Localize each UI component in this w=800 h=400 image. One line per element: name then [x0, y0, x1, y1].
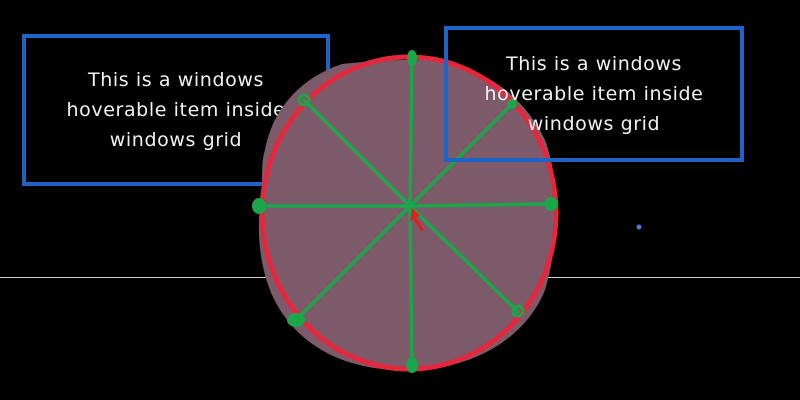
windows-grid-canvas: This is a windows hoverable item inside … [0, 0, 800, 400]
grid-item-right-label: This is a windows hoverable item inside … [484, 53, 704, 135]
spoke-south [408, 204, 414, 368]
menu-handle-west[interactable] [252, 198, 266, 214]
menu-handle-south[interactable] [406, 357, 418, 373]
grid-item-right[interactable]: This is a windows hoverable item inside … [444, 26, 744, 162]
spoke-east [408, 202, 554, 208]
menu-handle-north[interactable] [407, 50, 417, 66]
stray-dot [636, 224, 642, 230]
menu-handle-southwest[interactable] [287, 313, 305, 327]
spoke-north [408, 54, 414, 208]
menu-handle-east[interactable] [544, 197, 558, 211]
